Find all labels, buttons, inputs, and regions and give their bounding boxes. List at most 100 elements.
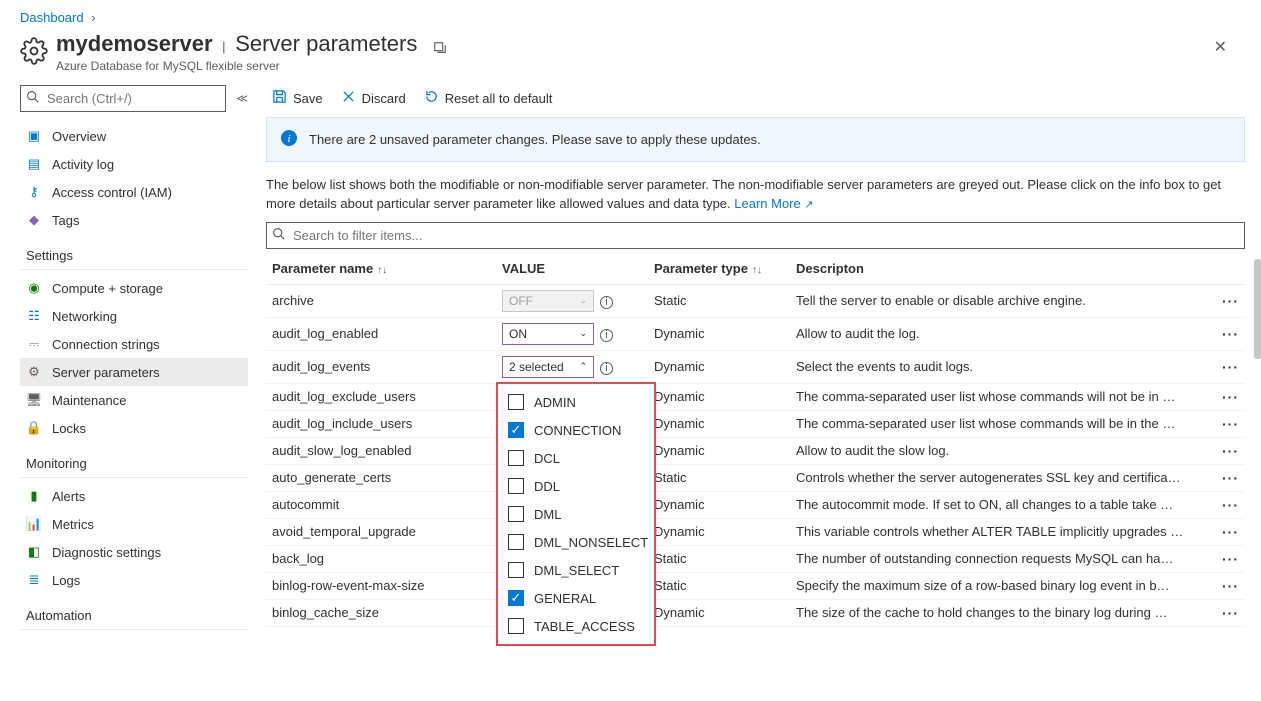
param-name: avoid_temporal_upgrade: [266, 518, 496, 545]
col-name[interactable]: Parameter name↑↓: [266, 253, 496, 285]
sidebar-item-overview[interactable]: ▣Overview: [20, 122, 248, 150]
sidebar-item-activity-log[interactable]: ▤Activity log: [20, 150, 248, 178]
col-desc: Descripton: [790, 253, 1209, 285]
diagnostic-icon: ◧: [26, 544, 42, 560]
more-icon[interactable]: ···: [1222, 524, 1239, 540]
sidebar-item-compute-storage[interactable]: ◉Compute + storage: [20, 274, 248, 302]
param-desc: Allow to audit the slow log.: [790, 437, 1209, 464]
sidebar-item-access-control-iam-[interactable]: ⚷Access control (IAM): [20, 178, 248, 206]
filter-box[interactable]: [266, 222, 1245, 249]
sidebar-item-logs[interactable]: ≣ Logs: [20, 566, 248, 594]
param-desc: The size of the cache to hold changes to…: [790, 599, 1209, 626]
more-icon[interactable]: ···: [1222, 326, 1239, 342]
param-name: audit_log_enabled: [266, 317, 496, 350]
param-name: autocommit: [266, 491, 496, 518]
value-select[interactable]: 2 selected⌃: [502, 356, 594, 378]
events-dropdown: ADMIN✓CONNECTIONDCLDDLDMLDML_NONSELECTDM…: [496, 382, 656, 646]
param-desc: Controls whether the server autogenerate…: [790, 464, 1209, 491]
table-row: audit_log_exclude_users Dynamic The comm…: [266, 383, 1245, 410]
sidebar-item-label: Server parameters: [52, 365, 160, 380]
checkbox-icon: [508, 450, 524, 466]
sidebar-item-connection-strings[interactable]: ⎓Connection strings: [20, 330, 248, 358]
checkbox-icon: [508, 478, 524, 494]
param-name: auto_generate_certs: [266, 464, 496, 491]
sidebar-item-label: Networking: [52, 309, 117, 324]
logs-icon: ≣: [26, 572, 42, 588]
discard-icon: [341, 89, 356, 107]
search-input[interactable]: [20, 85, 226, 112]
value-select[interactable]: ON⌄: [502, 323, 594, 345]
param-name: audit_slow_log_enabled: [266, 437, 496, 464]
sidebar-item-label: Overview: [52, 129, 106, 144]
dropdown-option-ddl[interactable]: DDL: [498, 472, 654, 500]
dropdown-option-table_access[interactable]: TABLE_ACCESS: [498, 612, 654, 640]
scrollbar-thumb[interactable]: [1254, 259, 1261, 359]
param-name: audit_log_exclude_users: [266, 383, 496, 410]
table-row: binlog_cache_size Dynamic The size of th…: [266, 599, 1245, 626]
connection-icon: ⎓: [26, 336, 42, 352]
close-icon[interactable]: ✕: [1208, 31, 1233, 63]
more-icon[interactable]: ···: [1222, 389, 1239, 405]
pin-icon[interactable]: [433, 41, 447, 58]
col-type[interactable]: Parameter type↑↓: [648, 253, 790, 285]
save-button[interactable]: Save: [272, 89, 323, 107]
sidebar-item-networking[interactable]: ☷ Networking: [20, 302, 248, 330]
dropdown-option-dml_nonselect[interactable]: DML_NONSELECT: [498, 528, 654, 556]
more-icon[interactable]: ···: [1222, 416, 1239, 432]
info-icon[interactable]: i: [600, 296, 613, 309]
filter-input[interactable]: [266, 222, 1245, 249]
banner-text: There are 2 unsaved parameter changes. P…: [309, 132, 761, 147]
info-icon[interactable]: i: [600, 329, 613, 342]
more-icon[interactable]: ···: [1222, 551, 1239, 567]
more-icon[interactable]: ···: [1222, 578, 1239, 594]
chevron-down-icon: ⌃: [579, 361, 587, 372]
more-icon[interactable]: ···: [1222, 497, 1239, 513]
page-title: Server parameters: [235, 31, 417, 56]
more-icon[interactable]: ···: [1222, 605, 1239, 621]
nav-group-title: Settings: [20, 234, 248, 270]
collapse-sidebar-icon[interactable]: ≪: [236, 92, 248, 105]
dropdown-option-connection[interactable]: ✓CONNECTION: [498, 416, 654, 444]
param-name: audit_log_include_users: [266, 410, 496, 437]
param-type: Dynamic: [648, 383, 790, 410]
sidebar-item-metrics[interactable]: 📊Metrics: [20, 510, 248, 538]
more-icon[interactable]: ···: [1222, 293, 1239, 309]
table-row: auto_generate_certs Static Controls whet…: [266, 464, 1245, 491]
sidebar-item-locks[interactable]: 🔒Locks: [20, 414, 248, 442]
sidebar-item-maintenance[interactable]: 🖥Maintenance: [20, 386, 248, 414]
sidebar-item-tags[interactable]: ◆Tags: [20, 206, 248, 234]
table-row: archive OFF⌄i Static Tell the server to …: [266, 284, 1245, 317]
dropdown-option-dcl[interactable]: DCL: [498, 444, 654, 472]
sidebar-item-label: Locks: [52, 421, 86, 436]
dropdown-option-dml[interactable]: DML: [498, 500, 654, 528]
dropdown-option-general[interactable]: ✓GENERAL: [498, 584, 654, 612]
more-icon[interactable]: ···: [1222, 470, 1239, 486]
info-icon[interactable]: i: [600, 362, 613, 375]
sidebar-item-label: Tags: [52, 213, 79, 228]
sort-icon: ↑↓: [373, 265, 387, 276]
dropdown-option-label: GENERAL: [534, 591, 596, 606]
reset-button[interactable]: Reset all to default: [424, 89, 553, 107]
search-icon: [272, 227, 285, 243]
more-icon[interactable]: ···: [1222, 443, 1239, 459]
sidebar-item-server-parameters[interactable]: ⚙Server parameters: [20, 358, 248, 386]
gear-icon: [20, 37, 48, 65]
dropdown-option-admin[interactable]: ADMIN: [498, 388, 654, 416]
dropdown-option-label: CONNECTION: [534, 423, 621, 438]
sidebar-item-diagnostic-settings[interactable]: ◧ Diagnostic settings: [20, 538, 248, 566]
discard-button[interactable]: Discard: [341, 89, 406, 107]
table-row: avoid_temporal_upgrade Dynamic This vari…: [266, 518, 1245, 545]
param-desc: Specify the maximum size of a row-based …: [790, 572, 1209, 599]
learn-more-link[interactable]: Learn More ↗: [734, 196, 813, 211]
sidebar-item-label: Diagnostic settings: [52, 545, 161, 560]
sidebar-item-label: Logs: [52, 573, 80, 588]
network-icon: ☷: [26, 308, 42, 324]
sidebar-item-alerts[interactable]: ▮Alerts: [20, 482, 248, 510]
breadcrumb-root[interactable]: Dashboard: [20, 10, 84, 25]
sidebar-search[interactable]: [20, 85, 226, 112]
dropdown-option-dml_select[interactable]: DML_SELECT: [498, 556, 654, 584]
sidebar-item-label: Metrics: [52, 517, 94, 532]
param-type: Dynamic: [648, 518, 790, 545]
param-name: archive: [266, 284, 496, 317]
more-icon[interactable]: ···: [1222, 359, 1239, 375]
